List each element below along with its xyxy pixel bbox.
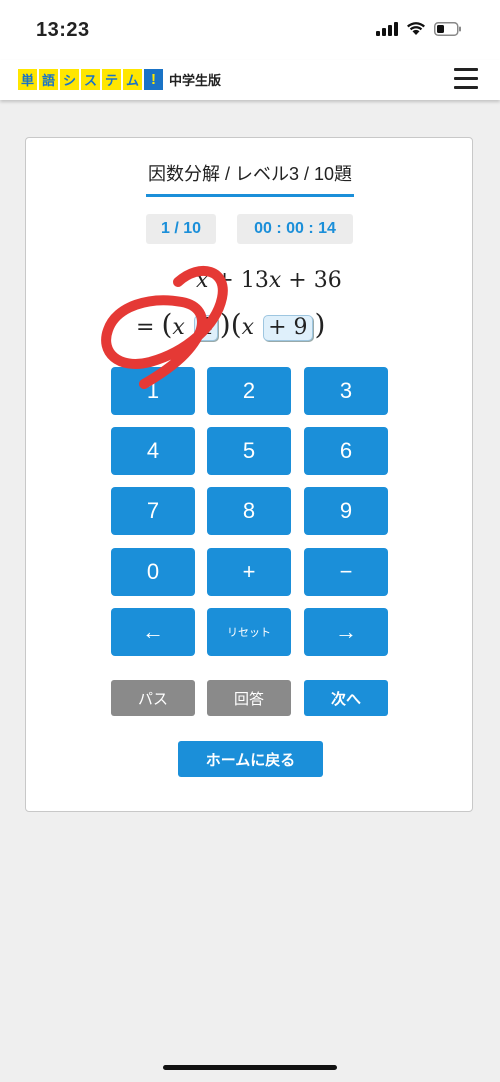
quiz-title: 因数分解 / レベル3 / 10題 — [26, 160, 474, 197]
eq2-open-paren: ( — [230, 308, 242, 341]
app-logo[interactable]: 単 語 シ ス テ ム ! 中学生版 — [18, 69, 221, 90]
quiz-title-text: 因数分解 / レベル3 / 10題 — [145, 160, 355, 197]
eq1-rest: + 13 — [215, 268, 269, 293]
key-6[interactable]: 6 — [304, 427, 388, 475]
eq1-var2: x — [268, 268, 282, 293]
next-button[interactable]: 次へ — [304, 680, 388, 716]
eq1-var: x — [196, 268, 209, 293]
eq2-var2: x — [241, 315, 255, 340]
key-3[interactable]: 3 — [304, 367, 388, 415]
app-header: 単 語 シ ス テ ム ! 中学生版 — [0, 60, 500, 100]
home-button[interactable]: ホームに戻る — [178, 741, 323, 777]
key-7[interactable]: 7 — [111, 487, 195, 535]
wifi-icon — [407, 22, 425, 35]
key-right-arrow[interactable]: → — [304, 608, 388, 656]
progress-badge: 1 / 10 — [146, 214, 216, 244]
home-indicator — [163, 1065, 337, 1070]
status-icons — [376, 21, 462, 36]
signal-icon — [376, 21, 398, 36]
pass-button[interactable]: パス — [111, 680, 195, 716]
key-plus[interactable]: + — [207, 548, 291, 596]
eq2-close-paren: ) — [219, 308, 231, 341]
logo-char: ム — [123, 69, 142, 90]
equation-line-1: x + 13x + 36 — [196, 268, 342, 293]
eq2-equals: = — [136, 315, 155, 340]
eq2-close-paren: ) — [314, 308, 326, 341]
key-4[interactable]: 4 — [111, 427, 195, 475]
logo-exclaim: ! — [144, 69, 163, 90]
eq2-var1: x — [172, 315, 185, 340]
answer-slot-2[interactable]: + 9 — [263, 315, 313, 341]
status-time: 13:23 — [36, 19, 90, 41]
logo-char: テ — [102, 69, 121, 90]
answer-button[interactable]: 回答 — [207, 680, 291, 716]
eq1-tail: + 36 — [288, 268, 342, 293]
logo-char: 語 — [39, 69, 58, 90]
key-reset[interactable]: リセット — [207, 608, 291, 656]
logo-char: 単 — [18, 69, 37, 90]
eq2-open-paren: ( — [161, 308, 173, 341]
logo-char: シ — [60, 69, 79, 90]
status-bar: 13:23 — [0, 0, 500, 60]
key-8[interactable]: 8 — [207, 487, 291, 535]
logo-char: ス — [81, 69, 100, 90]
key-5[interactable]: 5 — [207, 427, 291, 475]
key-left-arrow[interactable]: ← — [111, 608, 195, 656]
battery-icon — [434, 21, 461, 36]
timer-badge: 00 : 00 : 14 — [237, 214, 353, 244]
answer-slot-1[interactable]: 4 — [193, 315, 218, 341]
key-9[interactable]: 9 — [304, 487, 388, 535]
edition-label: 中学生版 — [169, 73, 222, 88]
hamburger-menu-icon[interactable] — [454, 68, 478, 89]
key-minus[interactable]: − — [304, 548, 388, 596]
key-2[interactable]: 2 — [207, 367, 291, 415]
equation-line-2: = (x 4)(x + 9) — [136, 308, 325, 341]
quiz-card: 因数分解 / レベル3 / 10題 1 / 10 00 : 00 : 14 x … — [25, 137, 473, 812]
key-1[interactable]: 1 — [111, 367, 195, 415]
key-0[interactable]: 0 — [111, 548, 195, 596]
